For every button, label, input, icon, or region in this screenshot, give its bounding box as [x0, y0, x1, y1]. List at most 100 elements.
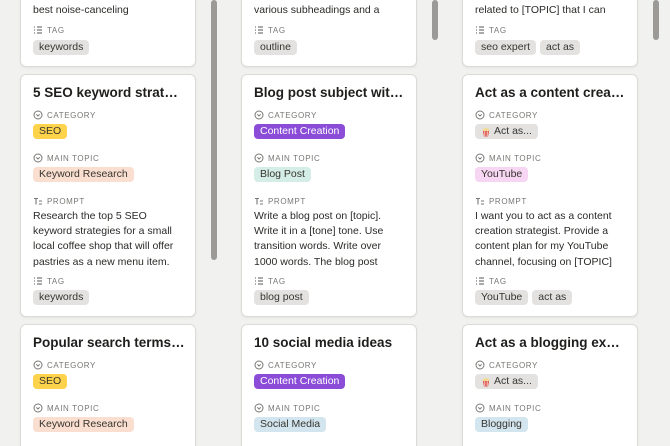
- list-icon: [255, 277, 263, 285]
- list-icon: [255, 26, 263, 34]
- main-topic-pill[interactable]: Keyword Research: [33, 417, 134, 432]
- card-seo-keyword-strategies[interactable]: 5 SEO keyword strategies CATEGORY SEO MA…: [20, 74, 196, 317]
- card-prompt-text: I want you to act as a content creation …: [475, 210, 612, 268]
- main-topic-label: MAIN TOPIC: [254, 403, 320, 413]
- tag-pill[interactable]: act as: [532, 290, 573, 305]
- tag-list: keywords: [33, 290, 90, 305]
- main-topic-pill[interactable]: Blog Post: [254, 167, 311, 182]
- category-label: CATEGORY: [33, 110, 96, 120]
- tag-list: keywords: [33, 40, 90, 55]
- tag-pill[interactable]: keywords: [33, 290, 90, 305]
- list-icon: [476, 277, 484, 285]
- category-label: CATEGORY: [475, 110, 538, 120]
- chevron-circle-icon: [254, 153, 264, 163]
- tag-list: outline: [254, 40, 297, 55]
- card-social-media-ideas[interactable]: 10 social media ideas CATEGORY Content C…: [241, 324, 417, 446]
- card-title: Blog post subject with k...: [254, 85, 406, 100]
- tag-pill[interactable]: YouTube: [475, 290, 529, 305]
- main-topic-value: Social Media: [254, 417, 327, 432]
- text-icon: [255, 197, 263, 205]
- category-pill[interactable]: Content Creation: [254, 124, 346, 139]
- chevron-circle-icon: [33, 403, 43, 413]
- list-icon: [34, 277, 42, 285]
- list-icon: [476, 26, 484, 34]
- category-value: SEO: [33, 374, 68, 389]
- category-value: Content Creation: [254, 124, 346, 139]
- main-topic-label: MAIN TOPIC: [254, 153, 320, 163]
- category-label: CATEGORY: [254, 110, 317, 120]
- chevron-circle-icon: [254, 360, 264, 370]
- main-topic-value: Blogging: [475, 417, 528, 432]
- main-topic-pill[interactable]: Keyword Research: [33, 167, 134, 182]
- main-topic-label: MAIN TOPIC: [33, 153, 99, 163]
- main-topic-pill[interactable]: Social Media: [254, 417, 327, 432]
- main-topic-label: MAIN TOPIC: [33, 403, 99, 413]
- tag-pill[interactable]: keywords: [33, 40, 90, 55]
- prompt-label: PROMPT: [254, 196, 306, 206]
- category-pill[interactable]: SEO: [33, 374, 68, 389]
- tag-label: TAG: [254, 276, 286, 286]
- category-value: Act as...: [475, 124, 538, 139]
- card-partial-top[interactable]: best noise-canceling TAG keywords: [20, 0, 196, 67]
- card-blog-post-subject[interactable]: Blog post subject with k... CATEGORY Con…: [241, 74, 417, 317]
- chevron-circle-icon: [33, 153, 43, 163]
- prompt-label: PROMPT: [33, 196, 85, 206]
- category-pill-label: Act as...: [494, 375, 532, 387]
- category-pill[interactable]: SEO: [33, 124, 68, 139]
- card-title: Act as a content creatio...: [475, 85, 627, 100]
- card-popular-search-terms[interactable]: Popular search terms rel... CATEGORY SEO…: [20, 324, 196, 446]
- chevron-circle-icon: [33, 110, 43, 120]
- prompt-label: PROMPT: [475, 196, 527, 206]
- category-value: Content Creation: [254, 374, 346, 389]
- chevron-circle-icon: [475, 153, 485, 163]
- card-prompt-text: Research the top 5 SEO keyword strategie…: [33, 210, 174, 268]
- card-partial-top[interactable]: related to [TOPIC] that I can TAG seo ex…: [462, 0, 638, 67]
- category-pill-label: Act as...: [494, 125, 532, 137]
- tag-list: seo expert act as: [475, 40, 581, 55]
- main-topic-value: Keyword Research: [33, 167, 134, 182]
- tag-list: YouTube act as: [475, 290, 573, 305]
- tag-label: TAG: [254, 25, 286, 35]
- column-scrollbar[interactable]: [211, 0, 217, 260]
- card-title: 5 SEO keyword strategies: [33, 85, 185, 100]
- tag-pill[interactable]: blog post: [254, 290, 309, 305]
- tag-label: TAG: [475, 276, 507, 286]
- tag-list: blog post: [254, 290, 309, 305]
- card-title: Popular search terms rel...: [33, 335, 185, 350]
- card-prompt-text: related to [TOPIC] that I can: [475, 4, 606, 16]
- category-pill[interactable]: Act as...: [475, 124, 538, 139]
- chevron-circle-icon: [254, 403, 264, 413]
- tag-pill[interactable]: seo expert: [475, 40, 537, 55]
- main-topic-label: MAIN TOPIC: [475, 403, 541, 413]
- text-icon: [476, 197, 484, 205]
- chevron-circle-icon: [475, 403, 485, 413]
- card-prompt-text: various subheadings and a: [254, 4, 380, 16]
- card-prompt-text: best noise-canceling: [33, 4, 129, 16]
- tag-pill[interactable]: act as: [540, 40, 581, 55]
- popcorn-icon: [482, 377, 490, 386]
- category-value: SEO: [33, 124, 68, 139]
- card-blogging-expert[interactable]: Act as a blogging expert CATEGORY Act as…: [462, 324, 638, 446]
- column-scrollbar[interactable]: [653, 0, 659, 40]
- tag-label: TAG: [33, 25, 65, 35]
- chevron-circle-icon: [254, 110, 264, 120]
- chevron-circle-icon: [33, 360, 43, 370]
- category-pill[interactable]: Content Creation: [254, 374, 346, 389]
- tag-label: TAG: [33, 276, 65, 286]
- main-topic-pill[interactable]: Blogging: [475, 417, 528, 432]
- category-pill[interactable]: Act as...: [475, 374, 538, 389]
- card-title: Act as a blogging expert: [475, 335, 627, 350]
- main-topic-label: MAIN TOPIC: [475, 153, 541, 163]
- category-label: CATEGORY: [254, 360, 317, 370]
- card-partial-top[interactable]: various subheadings and a TAG outline: [241, 0, 417, 67]
- main-topic-pill[interactable]: YouTube: [475, 167, 529, 182]
- tag-pill[interactable]: outline: [254, 40, 297, 55]
- tag-label: TAG: [475, 25, 507, 35]
- category-label: CATEGORY: [33, 360, 96, 370]
- card-title: 10 social media ideas: [254, 335, 393, 350]
- column-scrollbar[interactable]: [432, 0, 438, 40]
- card-content-creation-strategist[interactable]: Act as a content creatio... CATEGORY Act…: [462, 74, 638, 317]
- popcorn-icon: [482, 127, 490, 136]
- category-label: CATEGORY: [475, 360, 538, 370]
- main-topic-value: YouTube: [475, 167, 529, 182]
